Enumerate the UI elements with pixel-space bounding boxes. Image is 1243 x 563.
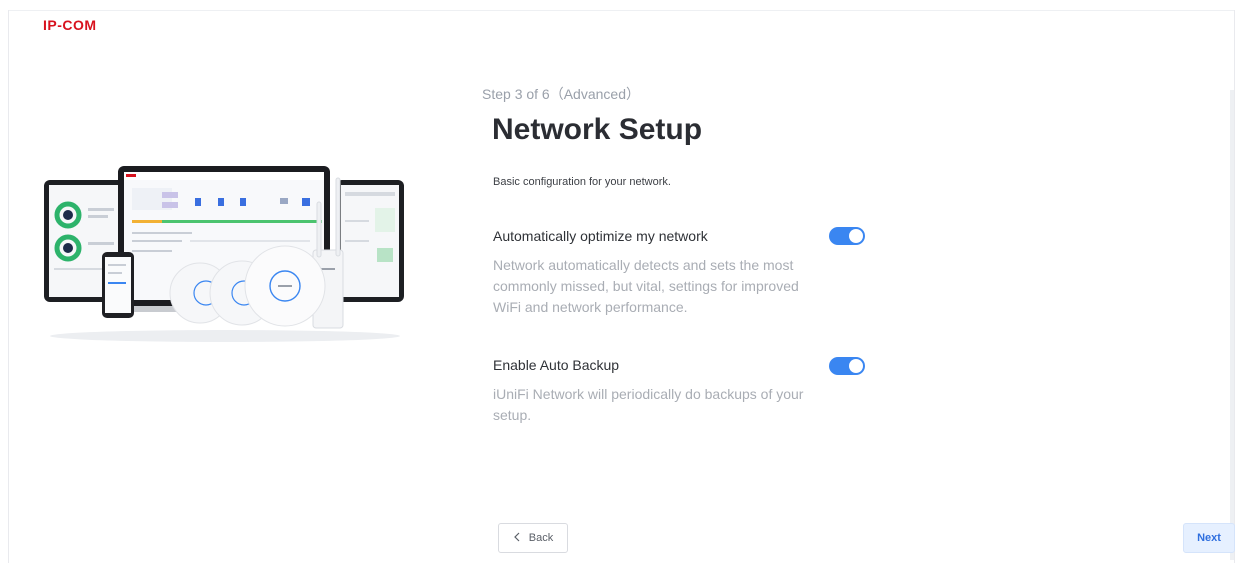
auto-optimize-description: Network automatically detects and sets t… — [493, 257, 799, 315]
auto-optimize-toggle[interactable] — [829, 227, 865, 245]
toggle-knob — [849, 229, 863, 243]
frame-border-left — [8, 10, 9, 563]
devices-illustration-svg — [44, 166, 404, 342]
setup-wizard-window: IP-COM Step 3 of 6（Advanced） Network Set… — [0, 0, 1243, 563]
page-subtitle: Basic configuration for your network. — [493, 176, 671, 188]
back-button[interactable]: Back — [498, 523, 568, 553]
back-button-label: Back — [528, 532, 554, 544]
auto-backup-description: iUniFi Network will periodically do back… — [493, 386, 804, 423]
auto-backup-label: Enable Auto Backup — [493, 357, 620, 373]
auto-backup-toggle[interactable] — [829, 357, 865, 375]
auto-optimize-label: Automatically optimize my network — [493, 228, 708, 244]
devices-illustration — [40, 160, 410, 345]
toggle-knob — [849, 359, 863, 373]
brand-logo: IP-COM — [43, 17, 97, 33]
next-button[interactable]: Next — [1183, 523, 1235, 553]
scrollbar-track[interactable] — [1230, 90, 1234, 560]
frame-border-right — [1234, 10, 1235, 563]
chevron-left-icon — [513, 532, 521, 545]
page-title: Network Setup — [492, 113, 703, 146]
frame-border-top — [8, 10, 1235, 11]
step-indicator: Step 3 of 6（Advanced） — [482, 86, 640, 102]
